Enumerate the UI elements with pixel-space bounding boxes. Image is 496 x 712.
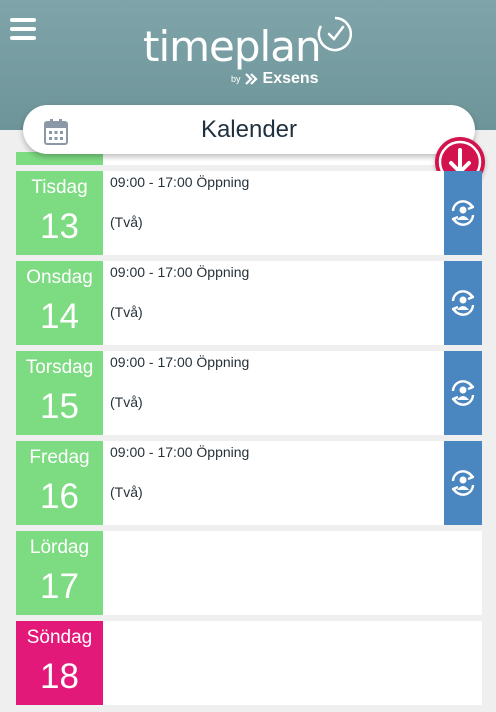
swap-shift-button[interactable] bbox=[444, 171, 482, 255]
hamburger-menu-icon[interactable] bbox=[10, 18, 36, 40]
day-row[interactable]: Onsdag 14 09:00 - 17:00 Öppning (Två) bbox=[16, 261, 482, 345]
day-name: Torsdag bbox=[25, 357, 94, 378]
calendar-title-bar[interactable]: Kalender bbox=[23, 105, 475, 154]
day-events[interactable]: 09:00 - 17:00 Öppning (Två) bbox=[103, 351, 482, 435]
day-number: 13 bbox=[40, 207, 79, 246]
day-date-box: Fredag 16 bbox=[16, 441, 103, 525]
event-time: 09:00 - 17:00 Öppning bbox=[110, 354, 250, 370]
swap-shift-button[interactable] bbox=[444, 351, 482, 435]
day-date-box: Söndag 18 bbox=[16, 621, 103, 705]
event-note: (Två) bbox=[110, 484, 143, 500]
logo-brand: Exsens bbox=[262, 70, 319, 87]
logo-by: by bbox=[231, 74, 241, 84]
day-name: Fredag bbox=[29, 447, 90, 468]
clock-icon bbox=[317, 16, 353, 52]
day-date-box: Lördag 17 bbox=[16, 531, 103, 615]
day-number: 18 bbox=[40, 657, 79, 696]
logo-text: timeplan bbox=[143, 22, 322, 71]
day-events[interactable]: 09:00 - 17:00 Öppning (Två) bbox=[103, 441, 482, 525]
day-name: Onsdag bbox=[26, 267, 93, 288]
event-note: (Två) bbox=[110, 394, 143, 410]
event-note: (Två) bbox=[110, 304, 143, 320]
day-row[interactable]: Söndag 18 bbox=[16, 621, 482, 705]
timeplan-logo: timeplan by Exsens bbox=[143, 12, 363, 92]
day-events[interactable]: 09:00 - 17:00 Öppning (Två) bbox=[103, 261, 482, 345]
day-row[interactable]: Lördag 17 bbox=[16, 531, 482, 615]
event-time: 09:00 - 17:00 Öppning bbox=[110, 174, 250, 190]
page-title: Kalender bbox=[200, 116, 298, 143]
swap-person-icon bbox=[451, 470, 475, 496]
day-name: Lördag bbox=[29, 537, 90, 558]
day-events[interactable] bbox=[103, 621, 482, 705]
swap-person-icon bbox=[451, 290, 475, 316]
event-note: (Två) bbox=[110, 214, 143, 230]
day-number: 15 bbox=[40, 387, 79, 426]
day-date-box: Torsdag 15 bbox=[16, 351, 103, 435]
day-date-box: Onsdag 14 bbox=[16, 261, 103, 345]
day-events[interactable]: 09:00 - 17:00 Öppning (Två) bbox=[103, 171, 482, 255]
swap-person-icon bbox=[451, 200, 475, 226]
swap-shift-button[interactable] bbox=[444, 441, 482, 525]
day-number: 17 bbox=[40, 567, 79, 606]
day-number: 16 bbox=[40, 477, 79, 516]
swap-shift-button[interactable] bbox=[444, 261, 482, 345]
swap-person-icon bbox=[451, 380, 475, 406]
day-name: Söndag bbox=[26, 627, 93, 648]
event-time: 09:00 - 17:00 Öppning bbox=[110, 444, 250, 460]
day-date-box: Tisdag 13 bbox=[16, 171, 103, 255]
day-events[interactable] bbox=[103, 531, 482, 615]
day-row[interactable]: Fredag 16 09:00 - 17:00 Öppning (Två) bbox=[16, 441, 482, 525]
day-number: 14 bbox=[40, 297, 79, 336]
logo-byline: by Exsens bbox=[231, 70, 319, 88]
event-time: 09:00 - 17:00 Öppning bbox=[110, 264, 250, 280]
day-row[interactable]: Tisdag 13 09:00 - 17:00 Öppning (Två) bbox=[16, 171, 482, 255]
day-row[interactable]: Torsdag 15 09:00 - 17:00 Öppning (Två) bbox=[16, 351, 482, 435]
day-name: Tisdag bbox=[31, 177, 88, 198]
exsens-logo-icon bbox=[244, 73, 258, 85]
